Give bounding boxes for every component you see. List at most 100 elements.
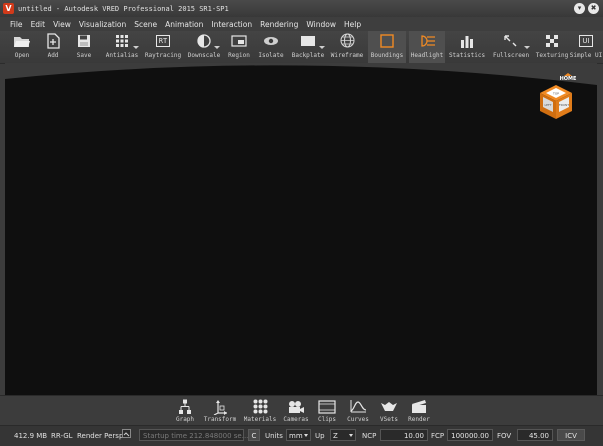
fcp-input[interactable]: 100000.00 bbox=[447, 429, 493, 441]
boundings-label: Boundings bbox=[370, 52, 404, 59]
save-button[interactable]: Save bbox=[70, 31, 98, 63]
raytracing-rt-icon: RT bbox=[145, 31, 181, 50]
menu-rendering[interactable]: Rendering bbox=[256, 20, 302, 29]
save-label: Save bbox=[76, 52, 92, 59]
ncp-input[interactable]: 10.00 bbox=[380, 429, 428, 441]
dock-transform-label: Transform bbox=[203, 416, 237, 423]
raytracing-button[interactable]: RT Raytracing bbox=[145, 31, 181, 63]
up-label: Up bbox=[315, 432, 325, 440]
up-axis-select[interactable]: Z bbox=[330, 429, 356, 441]
dock-render-button[interactable]: Render bbox=[405, 398, 433, 426]
close-button[interactable]: ✖ bbox=[588, 3, 599, 14]
fullscreen-button[interactable]: Fullscreen bbox=[491, 31, 531, 63]
clips-film-icon bbox=[315, 398, 339, 415]
fov-input[interactable]: 45.00 bbox=[517, 429, 553, 441]
chevron-down-icon bbox=[349, 434, 353, 437]
open-label: Open bbox=[14, 52, 30, 59]
fullscreen-dropdown-arrow[interactable] bbox=[524, 46, 530, 49]
menu-edit[interactable]: Edit bbox=[27, 20, 50, 29]
backplate-button[interactable]: Backplate bbox=[290, 31, 326, 63]
menu-animation[interactable]: Animation bbox=[161, 20, 207, 29]
dock-cameras-label: Cameras bbox=[283, 416, 309, 423]
minimize-button[interactable]: ▾ bbox=[574, 3, 585, 14]
units-label: Units bbox=[265, 432, 283, 440]
menu-visualization[interactable]: Visualization bbox=[75, 20, 130, 29]
navcube-top-face[interactable]: TOP bbox=[552, 92, 559, 96]
dock-clips-button[interactable]: Clips bbox=[314, 398, 340, 426]
fcp-label: FCP bbox=[431, 432, 445, 440]
boundings-button[interactable]: Boundings bbox=[368, 31, 406, 63]
backplate-dropdown-arrow[interactable] bbox=[319, 46, 325, 49]
dock-vsets-button[interactable]: VSets bbox=[376, 398, 402, 426]
wireframe-button[interactable]: Wireframe bbox=[330, 31, 364, 63]
backplate-icon bbox=[290, 31, 326, 50]
graph-tree-icon bbox=[173, 398, 197, 415]
texturing-checker-icon bbox=[536, 31, 568, 50]
dock-cameras-button[interactable]: Cameras bbox=[281, 398, 311, 426]
main-toolbar: Open Add Save Antialias RT Raytracing Do… bbox=[0, 31, 603, 64]
texturing-button[interactable]: Texturing bbox=[536, 31, 568, 63]
antialias-label: Antialias bbox=[105, 52, 139, 59]
dock-graph-button[interactable]: Graph bbox=[172, 398, 198, 426]
texturing-label: Texturing bbox=[535, 52, 569, 59]
camera-icon bbox=[284, 398, 308, 415]
units-select[interactable]: mm bbox=[286, 429, 311, 441]
menu-interaction[interactable]: Interaction bbox=[207, 20, 256, 29]
menu-help[interactable]: Help bbox=[340, 20, 365, 29]
wireframe-globe-icon bbox=[330, 31, 364, 50]
startup-time-field: Startup time 212.848000 se... bbox=[139, 429, 248, 441]
icv-button[interactable]: ICV bbox=[557, 429, 585, 441]
save-disk-icon bbox=[70, 31, 98, 50]
renderer-name: RR-GL bbox=[51, 432, 73, 440]
navcube-left-face[interactable]: LEFT bbox=[544, 103, 551, 107]
add-label: Add bbox=[47, 52, 59, 59]
downscale-button[interactable]: Downscale bbox=[187, 31, 221, 63]
statistics-label: Statistics bbox=[448, 52, 486, 59]
downscale-dropdown-arrow[interactable] bbox=[214, 46, 220, 49]
menu-view[interactable]: View bbox=[49, 20, 75, 29]
render-mode-icon[interactable] bbox=[122, 429, 131, 441]
navcube-front-face[interactable]: FRONT bbox=[559, 103, 569, 107]
vred-logo-icon: V bbox=[3, 3, 14, 14]
open-button[interactable]: Open bbox=[7, 31, 37, 63]
navcube-home-label[interactable]: HOME bbox=[560, 76, 577, 82]
vsets-icon bbox=[377, 398, 401, 415]
wireframe-label: Wireframe bbox=[330, 52, 364, 59]
headlight-button[interactable]: Headlight bbox=[409, 31, 445, 63]
title-bar: V untitled - Autodesk VRED Professional … bbox=[0, 0, 603, 18]
menu-bar: File Edit View Visualization Scene Anima… bbox=[0, 17, 603, 31]
c-button[interactable]: C bbox=[248, 429, 260, 441]
statistics-button[interactable]: Statistics bbox=[449, 31, 485, 63]
navigation-cube[interactable]: HOME TOP LEFT FRONT bbox=[535, 73, 577, 121]
memory-usage: 412.9 MB bbox=[14, 432, 48, 440]
fov-label: FOV bbox=[497, 432, 512, 440]
add-button[interactable]: Add bbox=[40, 31, 66, 63]
dock-render-label: Render bbox=[408, 416, 430, 423]
raytracing-label: Raytracing bbox=[144, 52, 182, 59]
isolate-button[interactable]: Isolate bbox=[256, 31, 286, 63]
dock-transform-button[interactable]: Transform bbox=[203, 398, 237, 426]
module-dock: Graph Transform Materials Cameras Clips … bbox=[0, 395, 603, 426]
region-label: Region bbox=[228, 52, 250, 59]
antialias-dropdown-arrow[interactable] bbox=[133, 46, 139, 49]
region-button[interactable]: Region bbox=[225, 31, 253, 63]
rt-badge: RT bbox=[155, 34, 171, 47]
menu-window[interactable]: Window bbox=[302, 20, 340, 29]
units-value: mm bbox=[289, 432, 303, 440]
ui-badge: UI bbox=[579, 34, 593, 47]
simple-ui-label: Simple UI bbox=[569, 52, 603, 59]
up-axis-value: Z bbox=[333, 432, 338, 440]
menu-scene[interactable]: Scene bbox=[130, 20, 161, 29]
dock-materials-button[interactable]: Materials bbox=[243, 398, 277, 426]
render-viewport[interactable]: HOME TOP LEFT FRONT bbox=[5, 63, 597, 395]
dock-curves-label: Curves bbox=[347, 416, 369, 423]
menu-file[interactable]: File bbox=[0, 20, 27, 29]
antialias-button[interactable]: Antialias bbox=[104, 31, 140, 63]
headlight-icon bbox=[409, 31, 445, 50]
dock-graph-label: Graph bbox=[175, 416, 195, 423]
home-icon[interactable] bbox=[564, 73, 572, 76]
backplate-label: Backplate bbox=[291, 52, 325, 59]
simple-ui-button[interactable]: UI Simple UI bbox=[570, 31, 602, 63]
dock-curves-button[interactable]: Curves bbox=[344, 398, 372, 426]
region-rect-icon bbox=[225, 31, 253, 50]
